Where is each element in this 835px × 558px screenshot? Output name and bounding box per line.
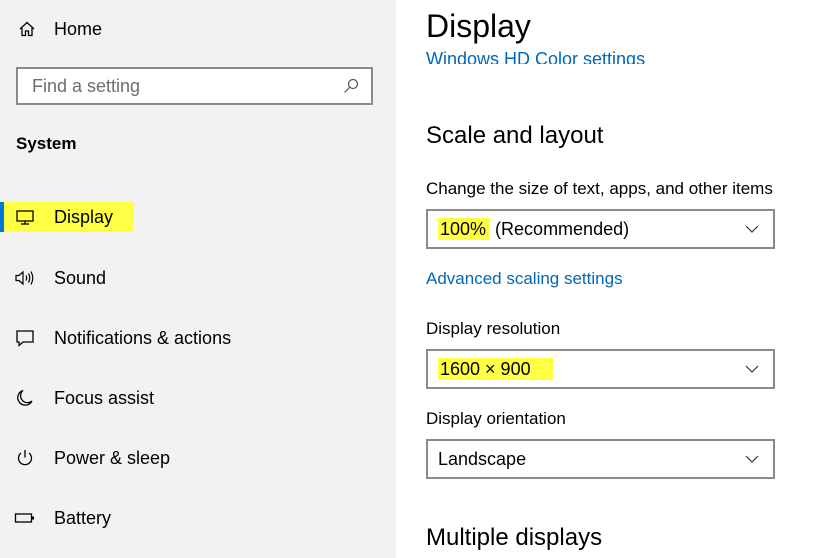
home-link[interactable]: Home	[18, 16, 102, 42]
sidebar-item-label: Display	[54, 206, 114, 227]
hd-color-settings-link[interactable]: Windows HD Color settings	[426, 44, 645, 64]
moon-icon	[14, 387, 36, 409]
resolution-value: 1600 × 900	[438, 357, 553, 380]
orientation-dropdown[interactable]: Landscape	[426, 439, 775, 479]
chevron-down-icon	[745, 225, 759, 233]
orientation-label: Display orientation	[426, 409, 566, 428]
sidebar-item-label: Battery	[54, 507, 112, 528]
power-icon	[14, 447, 36, 469]
chevron-down-icon	[745, 455, 759, 463]
multiple-displays-heading: Multiple displays	[426, 524, 603, 551]
section-title: System	[16, 134, 77, 153]
search-input[interactable]	[32, 75, 322, 97]
scale-value: 100% (Recommended)	[438, 217, 630, 240]
scale-dropdown[interactable]: 100% (Recommended)	[426, 209, 775, 249]
scale-heading: Scale and layout	[426, 122, 604, 149]
sidebar-item-label: Sound	[54, 267, 107, 288]
scale-value-highlight: 100%	[438, 217, 491, 240]
advanced-scaling-link[interactable]: Advanced scaling settings	[426, 269, 623, 289]
resolution-dropdown[interactable]: 1600 × 900	[426, 349, 775, 389]
sidebar-item-focus-assist[interactable]: Focus assist	[0, 378, 396, 418]
battery-icon	[14, 507, 36, 529]
resolution-label: Display resolution	[426, 319, 561, 338]
chevron-down-icon	[745, 365, 759, 373]
main-panel: Display Windows HD Color settings Scale …	[396, 0, 835, 558]
page-title: Display	[426, 8, 531, 44]
scale-value-rest: (Recommended)	[490, 218, 630, 239]
sidebar-item-label: Notifications & actions	[54, 327, 232, 348]
monitor-icon	[14, 206, 36, 228]
home-label: Home	[54, 18, 103, 39]
home-icon	[19, 21, 35, 37]
sidebar-item-label: Focus assist	[54, 387, 155, 408]
speaker-icon	[14, 267, 36, 289]
search-icon[interactable]	[343, 78, 359, 94]
scale-label: Change the size of text, apps, and other…	[426, 179, 773, 198]
sidebar-item-label: Power & sleep	[54, 447, 171, 468]
sidebar-item-sound[interactable]: Sound	[0, 258, 396, 298]
orientation-value: Landscape	[438, 448, 527, 469]
search-box[interactable]	[16, 67, 373, 105]
sidebar-item-power-sleep[interactable]: Power & sleep	[0, 438, 396, 478]
sidebar-item-battery[interactable]: Battery	[0, 498, 396, 538]
sidebar: Home System Display S	[0, 0, 396, 558]
sidebar-item-display[interactable]: Display	[0, 197, 396, 237]
resolution-value-highlight: 1600 × 900	[438, 357, 553, 380]
sidebar-item-notifications[interactable]: Notifications & actions	[0, 318, 396, 358]
notification-icon	[14, 327, 36, 349]
